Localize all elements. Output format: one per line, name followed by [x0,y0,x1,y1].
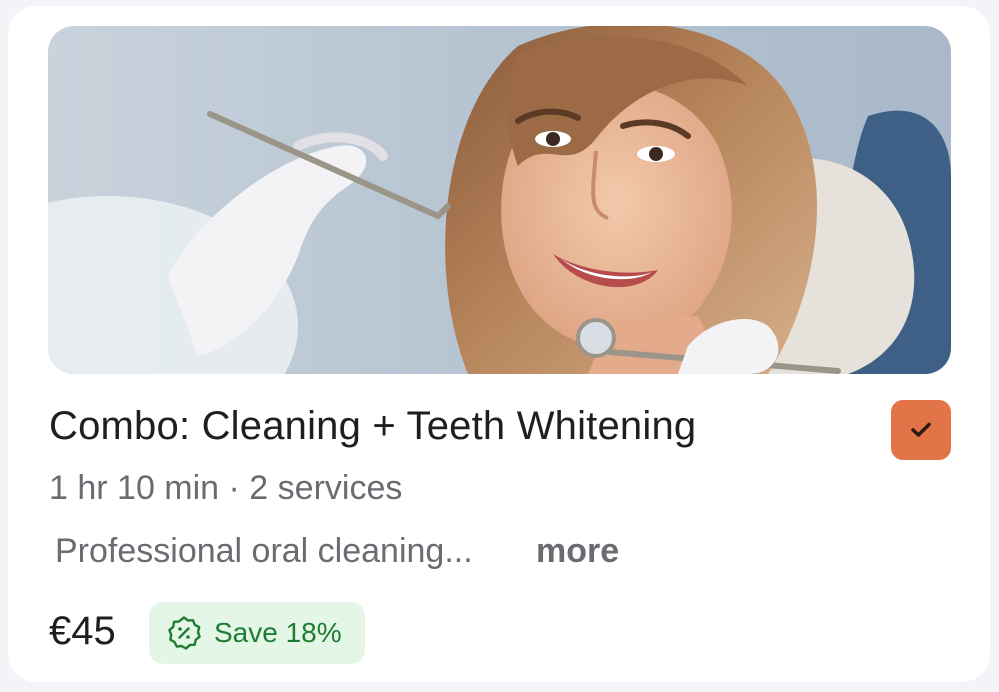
service-card[interactable]: Combo: Cleaning + Teeth Whitening 1 hr 1… [8,6,990,682]
checkmark-icon [911,422,931,437]
service-meta: 1 hr 10 min · 2 services [49,469,403,507]
service-price: €45 [49,609,116,653]
discount-badge-icon [168,616,201,650]
select-checkbox[interactable] [891,400,951,460]
service-photo [48,26,951,374]
service-title: Combo: Cleaning + Teeth Whitening [49,404,697,448]
savings-label: Save 18% [214,617,342,648]
more-link[interactable]: more [536,530,619,572]
service-description: Professional oral cleaning... [55,532,473,570]
savings-badge: Save 18% [149,602,365,664]
